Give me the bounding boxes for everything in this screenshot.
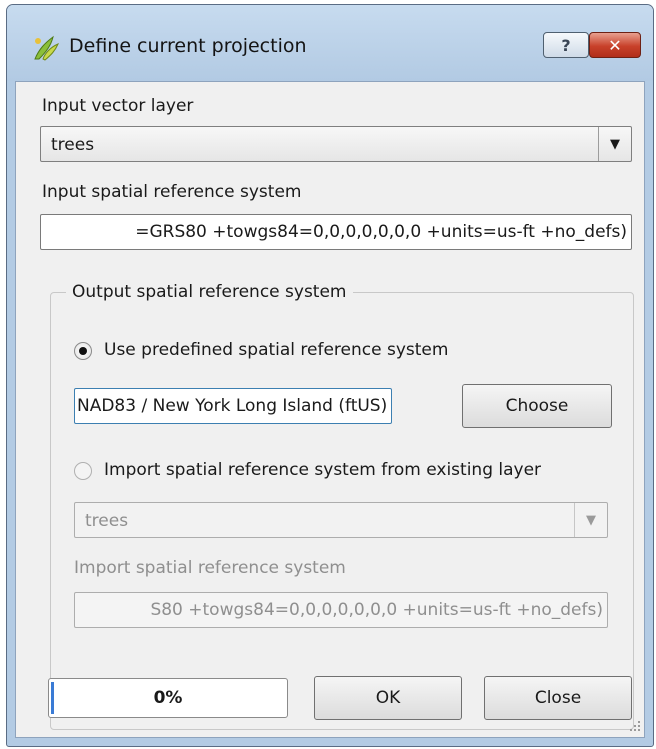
- input-srs-label: Input spatial reference system: [42, 182, 302, 202]
- predefined-srs-label[interactable]: Use predefined spatial reference system: [104, 340, 448, 360]
- import-srs-field-label: Import spatial reference system: [74, 558, 346, 578]
- window-close-button[interactable]: ✕: [589, 32, 641, 58]
- dialog-window: Define current projection ? ✕ Input vect…: [6, 4, 654, 747]
- progress-bar: 0%: [48, 678, 288, 718]
- predefined-srs-field[interactable]: NAD83 / New York Long Island (ftUS): [74, 388, 392, 424]
- dropdown-arrow-icon[interactable]: ▼: [598, 127, 631, 161]
- dropdown-arrow-icon[interactable]: ▼: [574, 503, 607, 537]
- dialog-body: Input vector layer trees ▼ Input spatial…: [15, 81, 645, 738]
- close-button[interactable]: Close: [484, 676, 632, 720]
- predefined-srs-radio[interactable]: [74, 342, 92, 360]
- close-button-label: Close: [534, 688, 582, 708]
- window-title: Define current projection: [69, 35, 307, 57]
- qgis-app-icon: [34, 35, 59, 61]
- input-layer-label: Input vector layer: [42, 96, 194, 116]
- ok-button-label: OK: [375, 688, 401, 708]
- input-layer-combobox[interactable]: trees ▼: [40, 126, 632, 162]
- import-layer-combobox[interactable]: trees ▼: [74, 502, 608, 538]
- radio-selected-dot: [79, 347, 87, 355]
- import-srs-field[interactable]: S80 +towgs84=0,0,0,0,0,0,0 +units=us-ft …: [74, 592, 608, 628]
- resize-grip-icon[interactable]: [624, 717, 642, 735]
- import-srs-label[interactable]: Import spatial reference system from exi…: [104, 460, 541, 480]
- progress-text: 0%: [153, 688, 183, 708]
- help-button[interactable]: ?: [543, 32, 589, 58]
- title-bar[interactable]: Define current projection ? ✕: [7, 5, 653, 81]
- output-srs-group-title: Output spatial reference system: [66, 282, 353, 302]
- choose-button-label: Choose: [505, 396, 569, 416]
- import-layer-value: trees: [85, 511, 129, 531]
- help-icon: ?: [561, 35, 571, 55]
- choose-button[interactable]: Choose: [462, 384, 612, 428]
- input-srs-value: =GRS80 +towgs84=0,0,0,0,0,0,0 +units=us-…: [135, 222, 627, 242]
- input-layer-value: trees: [51, 135, 95, 155]
- predefined-srs-value: NAD83 / New York Long Island (ftUS): [77, 396, 388, 416]
- import-srs-value: S80 +towgs84=0,0,0,0,0,0,0 +units=us-ft …: [150, 600, 603, 620]
- ok-button[interactable]: OK: [314, 676, 462, 720]
- import-srs-radio[interactable]: [74, 462, 92, 480]
- input-srs-field[interactable]: =GRS80 +towgs84=0,0,0,0,0,0,0 +units=us-…: [40, 214, 632, 250]
- close-icon: ✕: [608, 35, 622, 55]
